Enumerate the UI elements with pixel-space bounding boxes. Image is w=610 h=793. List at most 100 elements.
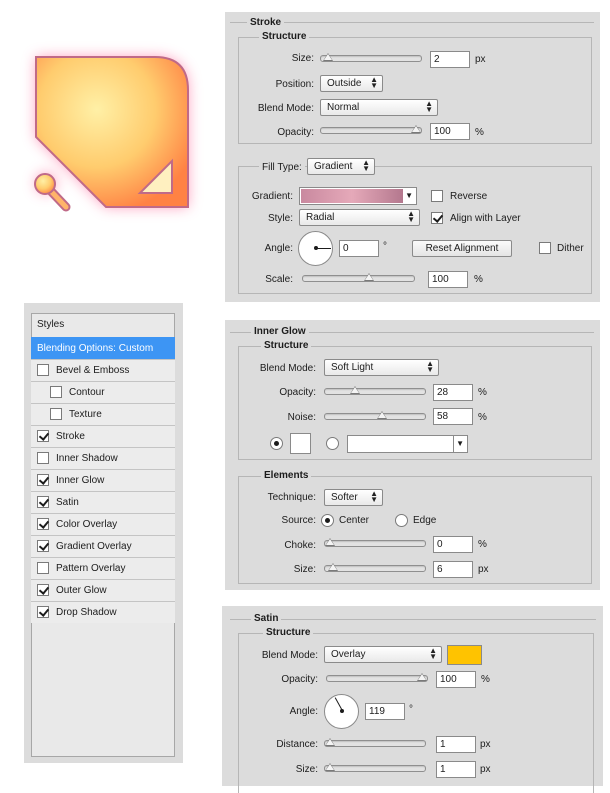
chevron-updown-icon: ▲ ▼	[362, 158, 370, 173]
stroke-opacity-input[interactable]: 100	[430, 123, 470, 140]
slider-thumb[interactable]	[322, 53, 333, 61]
chevron-updown-icon: ▲ ▼	[426, 359, 434, 374]
style-item-satin[interactable]: Satin	[31, 491, 175, 513]
style-checkbox[interactable]	[37, 606, 49, 618]
satin-color-swatch[interactable]	[447, 645, 482, 665]
inner-glow-structure-title: Structure	[261, 340, 312, 352]
choke-input[interactable]: 0	[433, 536, 473, 553]
dropdown-divider	[453, 436, 454, 452]
slider-thumb[interactable]	[325, 538, 335, 546]
slider-thumb[interactable]	[325, 763, 335, 771]
style-item-pattern-overlay[interactable]: Pattern Overlay	[31, 557, 175, 579]
stroke-size-slider[interactable]	[320, 53, 422, 62]
style-checkbox[interactable]	[37, 496, 49, 508]
style-item-outer-glow[interactable]: Outer Glow	[31, 579, 175, 601]
angle-center	[314, 246, 318, 250]
reset-alignment-button[interactable]: Reset Alignment	[412, 240, 512, 257]
slider-thumb[interactable]	[327, 563, 338, 571]
style-select[interactable]: Radial ▲ ▼	[299, 209, 420, 226]
inner-glow-opacity-input[interactable]: 28	[433, 384, 473, 401]
style-label: Style:	[267, 213, 293, 224]
satin-opacity-slider[interactable]	[326, 673, 428, 682]
source-edge-radio[interactable]	[395, 514, 408, 527]
source-center-radio[interactable]	[321, 514, 334, 527]
stroke-blend-select[interactable]: Normal ▲ ▼	[320, 99, 438, 116]
slider-thumb[interactable]	[411, 125, 421, 133]
satin-angle-label: Angle:	[289, 706, 318, 717]
blending-options-item[interactable]: Blending Options: Custom	[31, 337, 175, 359]
inner-glow-gradient-radio[interactable]	[326, 437, 339, 450]
stroke-position-select[interactable]: Outside ▲ ▼	[320, 75, 383, 92]
technique-select[interactable]: Softer ▲ ▼	[324, 489, 383, 506]
fill-type-select[interactable]: Gradient ▲ ▼	[307, 158, 375, 175]
reverse-checkbox[interactable]	[431, 190, 443, 202]
inner-glow-blend-select[interactable]: Soft Light ▲ ▼	[324, 359, 439, 376]
choke-slider[interactable]	[324, 538, 426, 547]
stroke-opacity-slider[interactable]	[320, 125, 422, 134]
source-edge-label: Edge	[413, 515, 437, 526]
inner-glow-noise-slider[interactable]	[324, 411, 426, 420]
scale-label: Scale:	[265, 274, 293, 285]
style-label: Satin	[56, 497, 79, 508]
slider-thumb[interactable]	[350, 386, 361, 394]
inner-glow-opacity-slider[interactable]	[324, 386, 426, 395]
satin-size-unit: px	[480, 764, 491, 775]
dither-checkbox[interactable]	[539, 242, 551, 254]
scale-slider[interactable]	[302, 273, 415, 282]
source-label: Source:	[281, 515, 316, 526]
slider-thumb[interactable]	[377, 411, 388, 419]
style-checkbox[interactable]	[37, 562, 49, 574]
slider-thumb[interactable]	[325, 738, 335, 746]
style-item-bevel-emboss[interactable]: Bevel & Emboss	[31, 359, 175, 381]
inner-glow-blend-label: Blend Mode:	[259, 363, 316, 374]
style-item-drop-shadow[interactable]: Drop Shadow	[31, 601, 175, 623]
inner-glow-size-input[interactable]: 6	[433, 561, 473, 578]
satin-distance-input[interactable]: 1	[436, 736, 476, 753]
satin-size-input[interactable]: 1	[436, 761, 476, 778]
stroke-title: Stroke	[247, 17, 285, 29]
inner-glow-color-radio[interactable]	[270, 437, 283, 450]
inner-glow-noise-unit: %	[478, 412, 487, 423]
chevron-updown-icon: ▲ ▼	[407, 209, 415, 224]
satin-distance-slider[interactable]	[324, 738, 426, 747]
style-item-inner-glow[interactable]: Inner Glow	[31, 469, 175, 491]
style-checkbox[interactable]	[37, 540, 49, 552]
align-with-layer-checkbox[interactable]	[431, 212, 443, 224]
satin-blend-label: Blend Mode:	[261, 650, 318, 661]
satin-blend-select[interactable]: Overlay ▲ ▼	[324, 646, 442, 663]
style-checkbox[interactable]	[37, 584, 49, 596]
style-checkbox[interactable]	[50, 408, 62, 420]
style-checkbox[interactable]	[50, 386, 62, 398]
slider-thumb[interactable]	[363, 273, 374, 281]
style-item-gradient-overlay[interactable]: Gradient Overlay	[31, 535, 175, 557]
style-checkbox[interactable]	[37, 474, 49, 486]
chevron-updown-icon: ▲ ▼	[425, 99, 433, 114]
slider-thumb[interactable]	[417, 673, 427, 681]
style-item-color-overlay[interactable]: Color Overlay	[31, 513, 175, 535]
stroke-angle-input[interactable]: 0	[339, 240, 379, 257]
satin-angle-dial[interactable]	[324, 694, 359, 729]
style-checkbox[interactable]	[37, 452, 49, 464]
style-item-inner-shadow[interactable]: Inner Shadow	[31, 447, 175, 469]
inner-glow-color-swatch[interactable]	[290, 433, 311, 454]
stroke-angle-dial[interactable]	[298, 231, 333, 266]
satin-angle-input[interactable]: 119	[365, 703, 405, 720]
inner-glow-gradient-picker[interactable]: ▼	[347, 435, 468, 453]
stroke-size-input[interactable]: 2	[430, 51, 470, 68]
style-item-stroke[interactable]: Stroke	[31, 425, 175, 447]
inner-glow-size-slider[interactable]	[324, 563, 426, 572]
satin-size-slider[interactable]	[324, 763, 426, 772]
inner-glow-opacity-unit: %	[478, 387, 487, 398]
gradient-picker[interactable]: ▼	[299, 187, 417, 205]
style-checkbox[interactable]	[37, 518, 49, 530]
style-checkbox[interactable]	[37, 430, 49, 442]
style-label: Outer Glow	[56, 585, 107, 596]
satin-opacity-input[interactable]: 100	[436, 671, 476, 688]
style-label: Color Overlay	[56, 519, 118, 530]
style-item-texture[interactable]: Texture	[31, 403, 175, 425]
inner-glow-noise-input[interactable]: 58	[433, 408, 473, 425]
style-checkbox[interactable]	[37, 364, 49, 376]
scale-input[interactable]: 100	[428, 271, 468, 288]
style-item-contour[interactable]: Contour	[31, 381, 175, 403]
inner-glow-noise-label: Noise:	[287, 412, 316, 423]
